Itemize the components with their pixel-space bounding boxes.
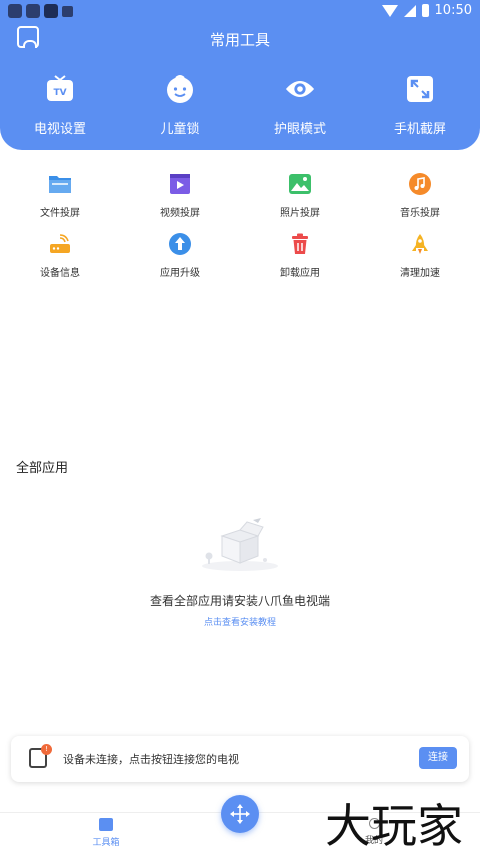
tool-video-cast[interactable]: 视频投屏 — [120, 172, 240, 232]
tool-label: 卸载应用 — [280, 268, 320, 279]
tool-tv-settings[interactable]: TV 电视设置 — [0, 74, 120, 137]
connection-status-text: 设备未连接，点击按钮连接您的电视 — [63, 753, 239, 766]
tool-label: 清理加速 — [400, 268, 440, 279]
move-arrows-icon — [230, 804, 250, 824]
eye-icon — [285, 74, 315, 104]
empty-box-icon — [195, 516, 285, 572]
photo-icon — [288, 172, 312, 196]
connect-button[interactable]: 连接 — [419, 747, 457, 769]
signal-icon — [403, 4, 416, 17]
status-time: 10:50 — [434, 3, 472, 18]
tool-label: 照片投屏 — [280, 208, 320, 219]
folder-icon — [48, 172, 72, 196]
screenshot-icon — [405, 74, 435, 104]
tv-icon: TV — [45, 74, 75, 104]
trash-icon — [288, 232, 312, 256]
battery-icon — [421, 4, 429, 17]
tool-label: 音乐投屏 — [400, 208, 440, 219]
svg-text:TV: TV — [53, 88, 66, 98]
tool-app-upgrade[interactable]: 应用升级 — [120, 232, 240, 292]
notification-icon — [44, 4, 58, 18]
wifi-icon — [381, 4, 398, 17]
install-tutorial-link[interactable]: 点击查看安装教程 — [0, 615, 480, 628]
tool-clean-boost[interactable]: 清理加速 — [360, 232, 480, 292]
child-face-icon — [165, 74, 195, 104]
notification-icon — [62, 6, 73, 17]
tool-label: 儿童锁 — [160, 122, 200, 137]
tool-grid: 文件投屏 视频投屏 照片投屏 音乐投屏 设备信息 应用升级 卸载应用 清理加速 — [0, 172, 480, 292]
video-icon — [168, 172, 192, 196]
tool-label: 护眼模式 — [273, 122, 326, 137]
tool-label: 设备信息 — [40, 268, 80, 279]
nav-toolbox[interactable]: 工具箱 — [88, 818, 124, 848]
status-notification-icons — [8, 4, 73, 18]
tool-uninstall[interactable]: 卸载应用 — [240, 232, 360, 292]
watermark-logo: 大玩家 — [325, 799, 463, 853]
tool-music-cast[interactable]: 音乐投屏 — [360, 172, 480, 232]
all-apps-title: 全部应用 — [16, 461, 69, 476]
page-title: 常用工具 — [209, 31, 270, 49]
tool-label: 应用升级 — [160, 268, 200, 279]
upgrade-icon — [168, 232, 192, 256]
tool-grid-row: 设备信息 应用升级 卸载应用 清理加速 — [0, 232, 480, 292]
nav-label: 工具箱 — [92, 838, 120, 848]
tool-grid-row: 文件投屏 视频投屏 照片投屏 音乐投屏 — [0, 172, 480, 232]
music-icon — [408, 172, 432, 196]
tool-screenshot[interactable]: 手机截屏 — [360, 74, 480, 137]
notification-icon — [8, 4, 22, 18]
tool-device-info[interactable]: 设备信息 — [0, 232, 120, 292]
tool-label: 文件投屏 — [40, 208, 80, 219]
toolbox-icon — [99, 818, 113, 831]
connection-banner: ! 设备未连接，点击按钮连接您的电视 连接 — [11, 736, 469, 782]
empty-state-text: 查看全部应用请安装八爪鱼电视端 — [149, 594, 330, 608]
header: 10:50 常用工具 TV 电视设置 儿童锁 护眼模式 手机截屏 — [0, 0, 480, 150]
tool-label: 电视设置 — [33, 122, 86, 137]
tool-photo-cast[interactable]: 照片投屏 — [240, 172, 360, 232]
tool-label: 视频投屏 — [160, 208, 200, 219]
alert-badge: ! — [41, 744, 52, 755]
title-row: 常用工具 — [0, 26, 480, 52]
tool-child-lock[interactable]: 儿童锁 — [120, 74, 240, 137]
router-icon — [48, 232, 72, 256]
top-tools: TV 电视设置 儿童锁 护眼模式 手机截屏 — [0, 74, 480, 137]
tool-eye-care[interactable]: 护眼模式 — [240, 74, 360, 137]
notification-icon — [26, 4, 40, 18]
status-bar: 10:50 — [0, 0, 480, 22]
status-system-icons: 10:50 — [381, 3, 472, 18]
tool-file-cast[interactable]: 文件投屏 — [0, 172, 120, 232]
tool-label: 手机截屏 — [393, 122, 446, 137]
rocket-icon — [408, 232, 432, 256]
remote-control-button[interactable] — [221, 795, 259, 833]
